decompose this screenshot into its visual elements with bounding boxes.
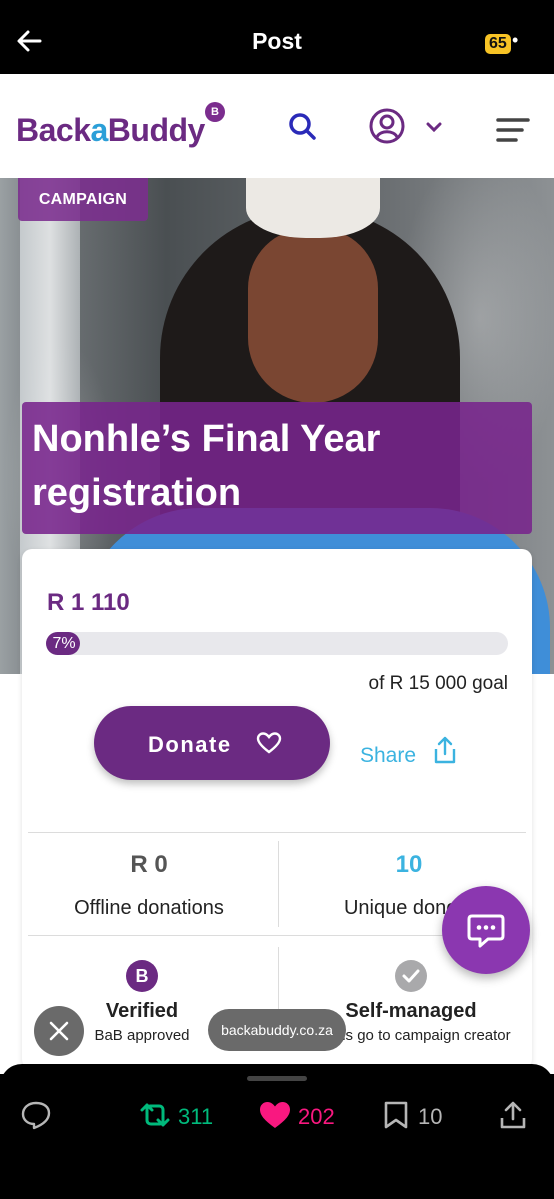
logo-part: Buddy xyxy=(107,112,206,148)
url-pill[interactable]: backabuddy.co.za xyxy=(208,1009,346,1051)
offline-donations-label: Offline donations xyxy=(74,897,224,919)
drag-handle[interactable] xyxy=(247,1076,307,1081)
share-post-button[interactable] xyxy=(498,1100,530,1130)
progress-bar: 7% xyxy=(46,632,508,655)
goal-text: of R 15 000 goal xyxy=(368,673,508,694)
share-label: Share xyxy=(360,744,417,767)
reply-icon xyxy=(21,1101,51,1130)
chat-button[interactable] xyxy=(442,886,530,974)
donate-label: Donate xyxy=(148,732,232,757)
close-button[interactable] xyxy=(34,1006,84,1056)
logo-part: a xyxy=(90,112,109,148)
post-action-bar: 311 202 10 xyxy=(0,1064,554,1199)
campaign-title-line: Nonhle’s Final Year xyxy=(32,418,381,460)
donation-card: R 1 110 7% of R 15 000 goal Donate Share… xyxy=(22,549,532,1069)
share-icon xyxy=(434,736,456,764)
notification-badge: 65 xyxy=(485,34,511,54)
user-account-icon[interactable] xyxy=(368,107,406,145)
chevron-down-icon[interactable] xyxy=(424,120,444,134)
site-header: BackaBuddy B xyxy=(0,74,554,178)
donate-button[interactable]: Donate xyxy=(94,706,330,780)
search-icon[interactable] xyxy=(286,110,318,142)
hero-photo-face xyxy=(248,228,378,403)
campaign-title: Nonhle’s Final Year registration xyxy=(32,412,522,520)
chat-bubble-icon xyxy=(467,914,505,948)
share-icon xyxy=(500,1101,526,1129)
divider xyxy=(278,841,279,927)
retweet-icon xyxy=(140,1103,170,1127)
hero-photo-headband xyxy=(246,178,380,238)
bookmark-icon xyxy=(384,1101,408,1129)
verified-icon: B xyxy=(126,960,158,992)
retweet-button[interactable]: 311 xyxy=(138,1100,228,1130)
checkmark-icon xyxy=(395,960,427,992)
progress-percent: 7% xyxy=(52,635,76,652)
heart-icon xyxy=(260,1102,290,1128)
offline-donations-value: R 0 xyxy=(130,851,168,878)
retweet-count: 311 xyxy=(178,1104,214,1129)
bookmark-button[interactable]: 10 xyxy=(382,1100,452,1130)
divider xyxy=(28,832,526,833)
unique-donors-value: 10 xyxy=(395,851,423,878)
amount-raised: R 1 110 xyxy=(47,589,130,616)
heart-icon xyxy=(256,732,282,754)
app-top-bar: Post 65 • xyxy=(0,0,554,74)
like-button[interactable]: 202 xyxy=(258,1100,348,1130)
more-options-icon[interactable]: • xyxy=(512,30,518,51)
campaign-title-line: registration xyxy=(32,472,242,514)
logo-part: Back xyxy=(16,112,91,148)
hamburger-menu-icon[interactable] xyxy=(494,116,530,144)
like-count: 202 xyxy=(298,1104,335,1129)
campaign-tag: CAMPAIGN xyxy=(18,178,148,221)
backabuddy-logo[interactable]: BackaBuddy xyxy=(16,112,205,149)
reply-button[interactable] xyxy=(20,1100,54,1130)
bookmark-count: 10 xyxy=(418,1104,443,1129)
close-icon xyxy=(49,1021,69,1041)
campaign-title-box: Nonhle’s Final Year registration xyxy=(22,402,532,534)
page-title: Post xyxy=(252,28,302,54)
logo-badge: B xyxy=(205,102,225,122)
